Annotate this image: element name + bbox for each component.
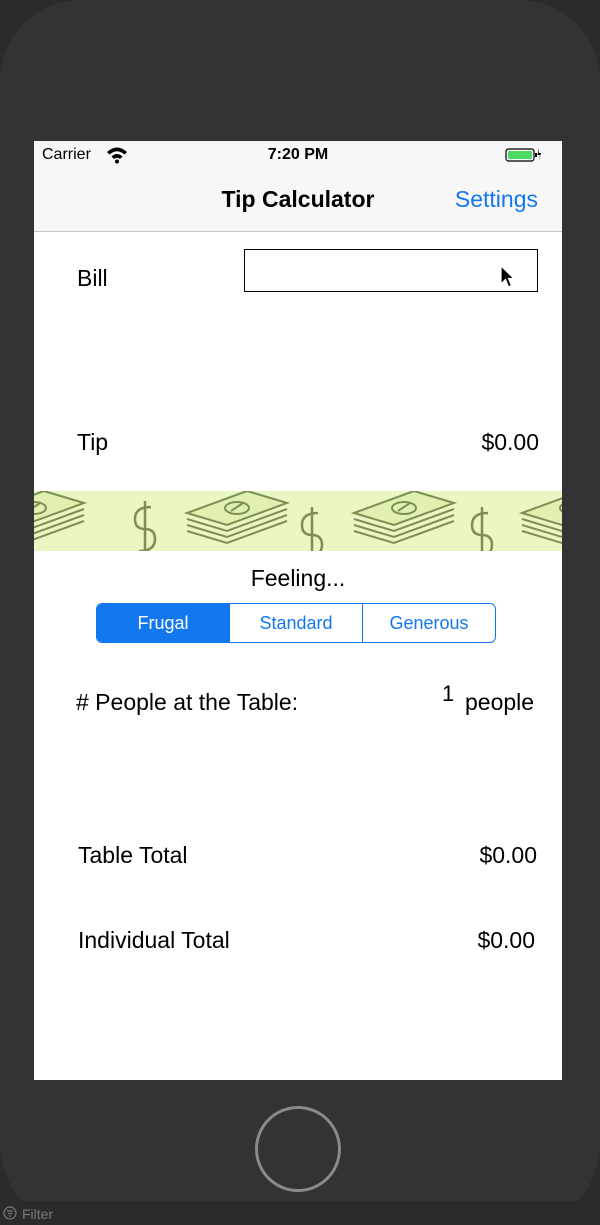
filter-icon [3, 1206, 17, 1220]
money-pattern-image [34, 491, 562, 551]
money-pattern-banner [34, 491, 562, 551]
filter-field[interactable]: Filter [22, 1206, 53, 1222]
segment-frugal[interactable]: Frugal [97, 604, 229, 642]
navigation-bar: Tip Calculator Settings [34, 171, 562, 232]
people-label: # People at the Table: [76, 689, 299, 715]
table-total-label: Table Total [78, 842, 188, 868]
tip-label: Tip [77, 429, 109, 455]
people-count[interactable]: 1 [442, 681, 454, 707]
segment-standard[interactable]: Standard [229, 604, 362, 642]
feeling-label: Feeling... [250, 565, 346, 591]
individual-total-amount: $0.00 [477, 927, 535, 953]
table-total-amount: $0.00 [479, 842, 537, 868]
iphone-simulator-frame: Carrier 7:20 PM Tip Calculator Settings … [0, 0, 600, 1225]
tip-amount: $0.00 [481, 429, 539, 455]
people-unit: people [465, 689, 535, 715]
settings-button[interactable]: Settings [455, 186, 538, 213]
individual-total-label: Individual Total [78, 927, 230, 953]
home-button[interactable] [255, 1106, 341, 1192]
app-screen: Carrier 7:20 PM Tip Calculator Settings … [34, 141, 562, 1080]
feeling-segmented-control[interactable]: Frugal Standard Generous [96, 603, 496, 643]
segment-generous[interactable]: Generous [362, 604, 495, 642]
mouse-pointer-icon [500, 265, 516, 288]
clock: 7:20 PM [267, 146, 329, 163]
bill-label: Bill [77, 265, 108, 291]
ide-filter-bar: Filter [0, 1201, 600, 1225]
status-bar: Carrier 7:20 PM [34, 141, 562, 171]
battery-icon [505, 148, 541, 162]
bill-input[interactable] [244, 249, 538, 292]
